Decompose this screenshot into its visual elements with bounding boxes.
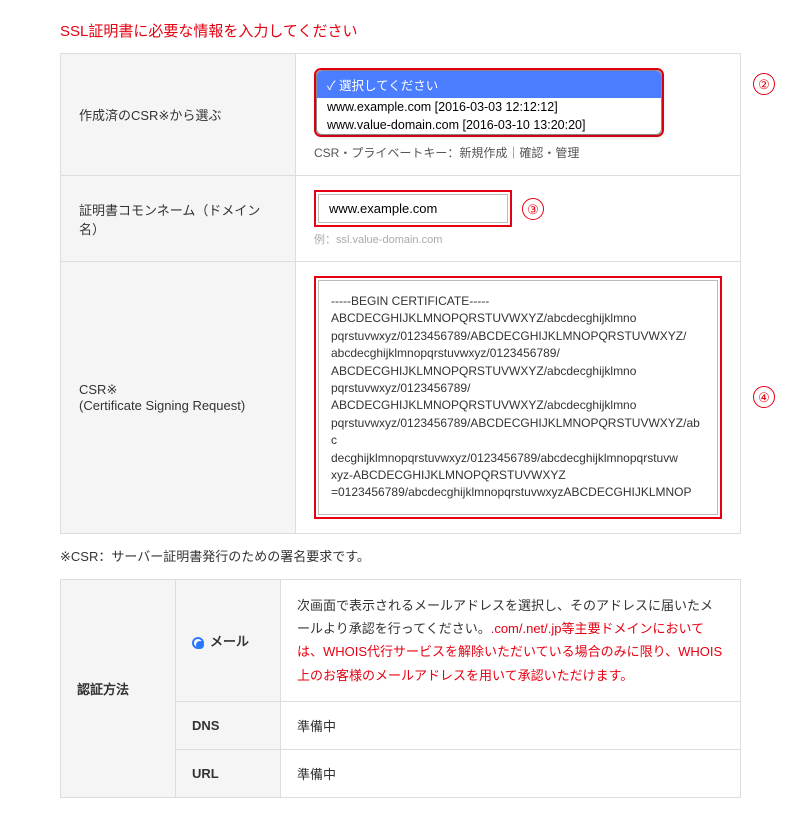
dropdown-option-2[interactable]: www.value-domain.com [2016-03-10 13:20:2…: [317, 116, 661, 134]
csr-textarea[interactable]: -----BEGIN CERTIFICATE----- ABCDECGHIJKL…: [318, 280, 718, 515]
auth-dns-label: DNS: [176, 702, 281, 750]
auth-mail-label[interactable]: メール: [176, 579, 281, 702]
badge-4: ④: [753, 386, 775, 408]
auth-dns-value: 準備中: [281, 702, 741, 750]
auth-url-label: URL: [176, 750, 281, 798]
csr-select-label: 作成済のCSR※から選ぶ: [61, 54, 296, 176]
common-name-input[interactable]: [318, 194, 508, 223]
ssl-form-table: 作成済のCSR※から選ぶ 選択してください www.example.com [2…: [60, 53, 741, 534]
form-header: SSL証明書に必要な情報を入力してください: [60, 20, 741, 41]
auth-method-label: 認証方法: [61, 579, 176, 798]
auth-mail-description: 次画面で表示されるメールアドレスを選択し、そのアドレスに届いたメールより承認を行…: [281, 579, 741, 702]
common-name-label: 証明書コモンネーム（ドメイン名）: [61, 176, 296, 262]
badge-3: ③: [522, 198, 544, 220]
dropdown-option-1[interactable]: www.example.com [2016-03-03 12:12:12]: [317, 98, 661, 116]
csr-select-dropdown[interactable]: 選択してください www.example.com [2016-03-03 12:…: [314, 68, 664, 137]
csr-links-text: CSR・プライベートキー：新規作成｜確認・管理: [314, 144, 722, 161]
auth-url-value: 準備中: [281, 750, 741, 798]
common-name-example: 例：ssl.value-domain.com: [314, 231, 722, 247]
radio-checked-icon: [192, 637, 204, 649]
badge-2: ②: [753, 73, 775, 95]
csr-note: ※CSR：サーバー証明書発行のための署名要求です。: [60, 546, 741, 565]
dropdown-selected[interactable]: 選択してください: [317, 71, 661, 98]
csr-text-label: CSR※ (Certificate Signing Request): [61, 262, 296, 534]
auth-method-table: 認証方法 メール 次画面で表示されるメールアドレスを選択し、そのアドレスに届いた…: [60, 579, 741, 799]
